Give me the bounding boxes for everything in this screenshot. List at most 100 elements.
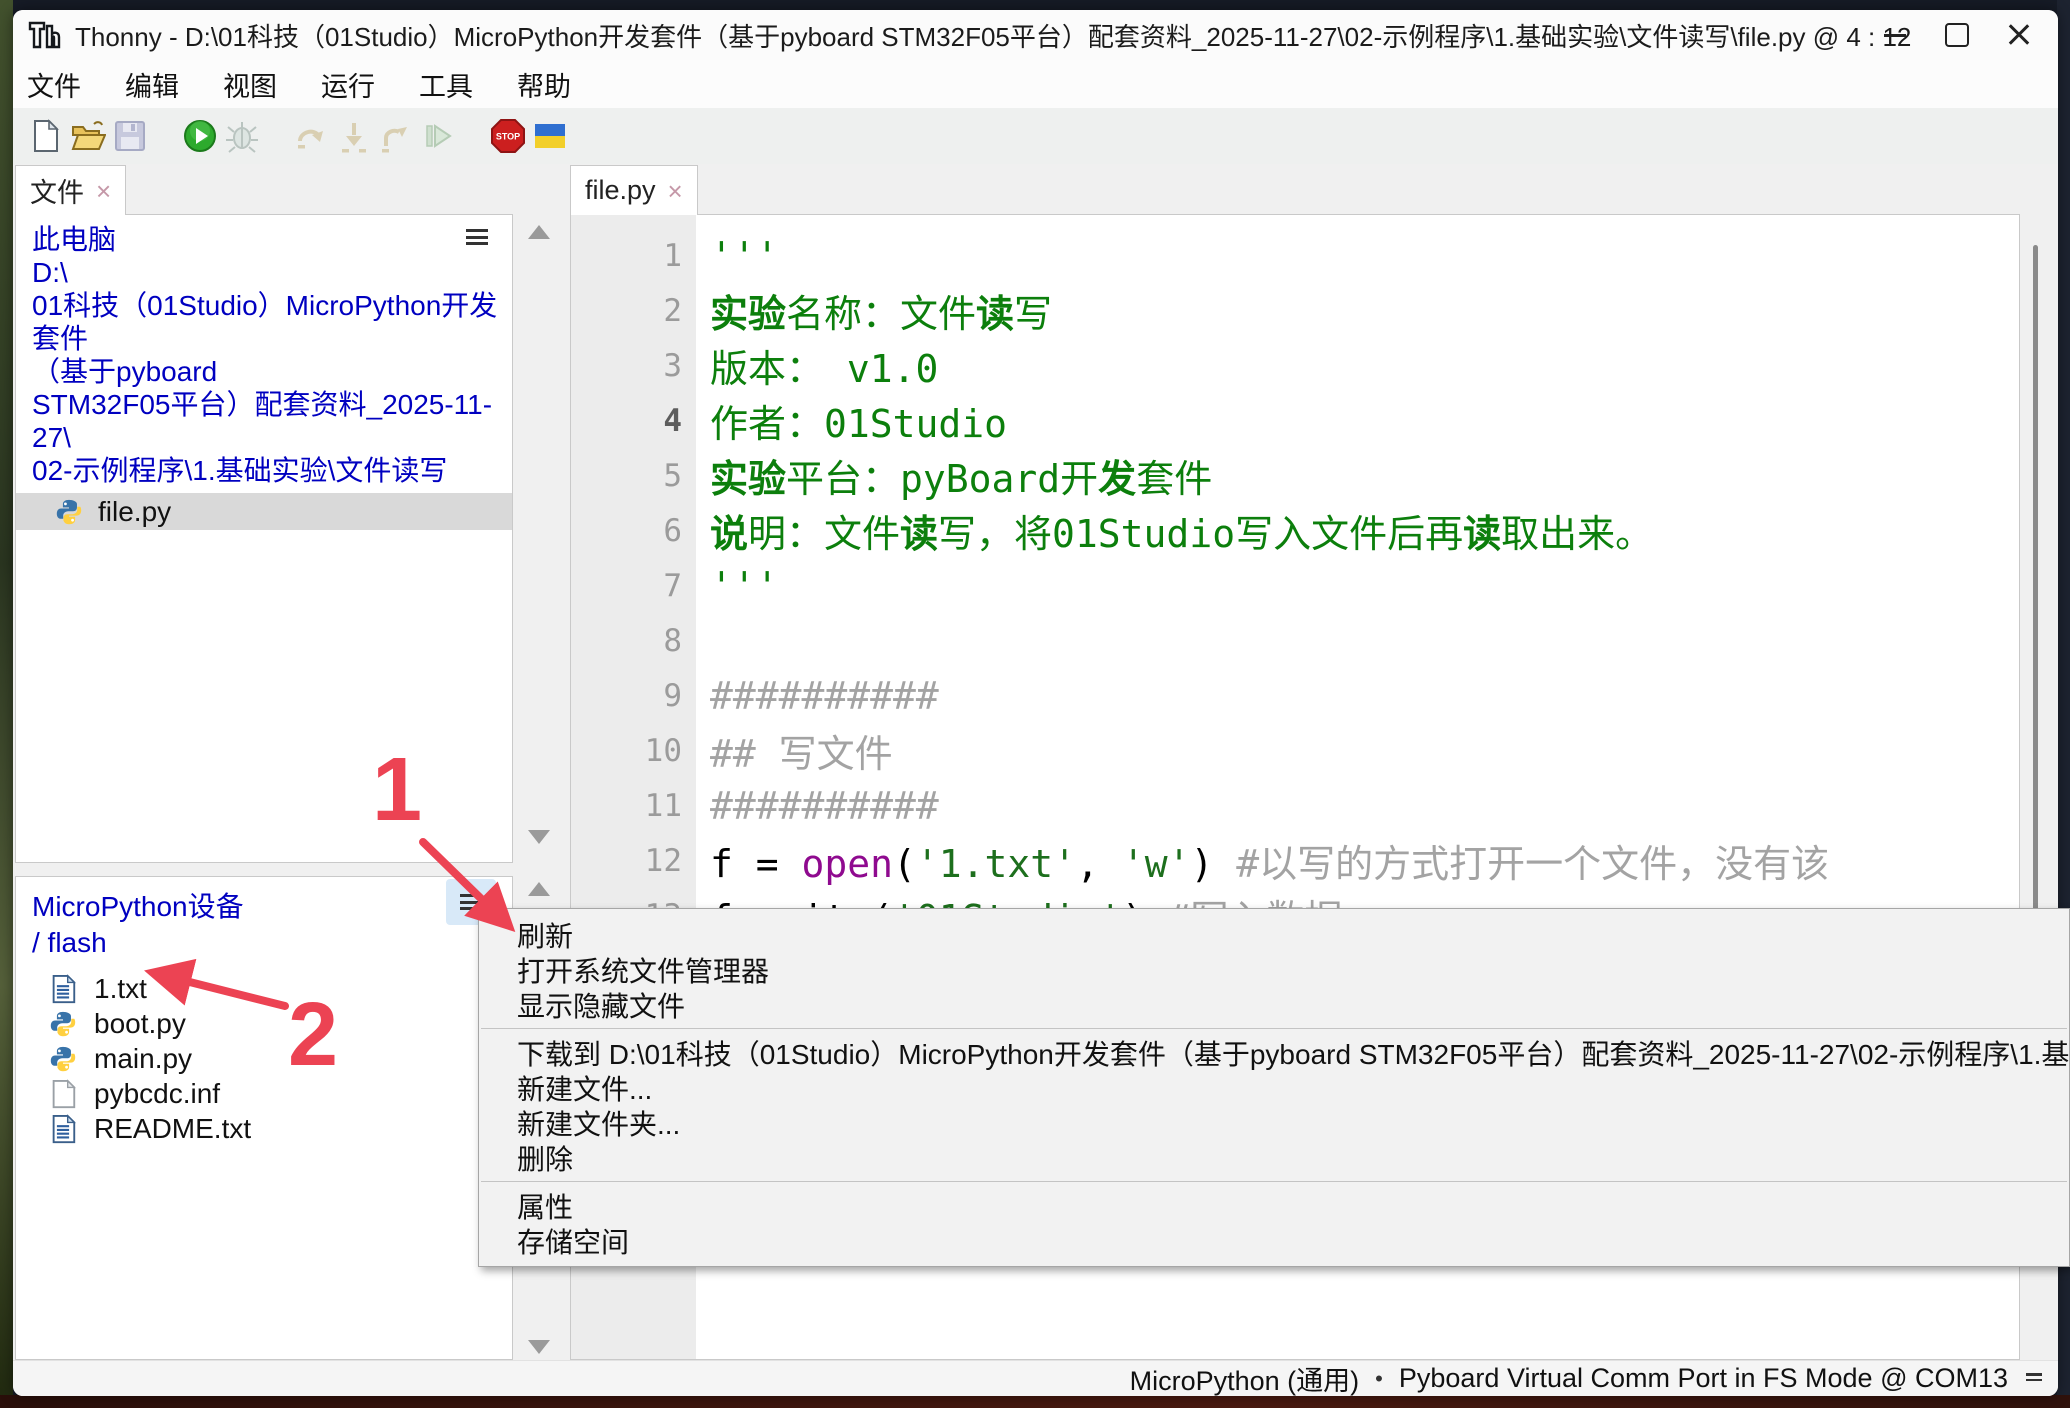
code-text: 说明：文件读写，将01Studio写入文件后再读取出来。 [696,503,1653,558]
new-file-icon[interactable] [25,115,67,157]
tab-close-icon[interactable]: × [96,178,111,204]
title-bar[interactable]: Thonny - D:\01科技（01Studio）MicroPython开发套… [13,10,2058,60]
context-item-show-hidden[interactable]: 显示隐藏文件 [479,987,2069,1022]
code-text: 版本： v1.0 [696,338,938,393]
blank-file-icon [48,1079,78,1109]
code-line-1: 1''' [571,228,2019,283]
device-context-menu: 刷新打开系统文件管理器显示隐藏文件下载到 D:\01科技（01Studio）Mi… [478,908,2070,1267]
close-button[interactable] [1988,10,2050,60]
maximize-button[interactable] [1926,10,1988,60]
code-line-9: 9########## [571,668,2019,723]
code-line-7: 7''' [571,558,2019,613]
interpreter-label: MicroPython (通用) [1130,1359,1360,1396]
files-panel: 此电脑 D:\ 01科技（01Studio）MicroPython开发套件（基于… [15,214,513,863]
code-text: 实验名称：文件读写 [696,283,1052,338]
device-file-label: README.txt [94,1113,251,1145]
device-file-row[interactable]: pybcdc.inf [16,1076,512,1111]
code-line-11: 11########## [571,778,2019,833]
folder-path-line: （基于pyboard [32,355,506,388]
minimize-button[interactable] [1864,10,1926,60]
micropython-device-panel: MicroPython设备 / flash 1.txtboot.pymain.p… [15,876,513,1360]
files-menu-button hamburger-icon[interactable] [466,229,488,245]
menu-item-edit[interactable]: 编辑 [125,65,179,104]
thonny-logo-icon [27,18,61,52]
interpreter-menu-icon hamburger-icon[interactable] [2026,1373,2042,1384]
device-file-row[interactable]: 1.txt [16,971,512,1006]
menu-item-tools[interactable]: 工具 [419,65,473,104]
annotation-step-2: 2 [288,990,338,1080]
context-item-download-to[interactable]: 下载到 D:\01科技（01Studio）MicroPython开发套件（基于p… [479,1035,2069,1070]
ukraine-flag-icon[interactable] [529,115,571,157]
step-into-icon[interactable] [333,115,375,157]
device-file-row[interactable]: README.txt [16,1111,512,1146]
context-item-refresh[interactable]: 刷新 [479,917,2069,952]
device-file-label: boot.py [94,1008,186,1040]
tab-file-py-label: file.py [585,175,656,206]
menu-item-help[interactable]: 帮助 [517,65,571,104]
device-scroll-down-button[interactable] [528,1340,550,1354]
code-area[interactable]: 1'''2实验名称：文件读写3版本： v1.04作者：01Studio5实验平台… [571,228,2019,943]
text-file-icon [48,974,78,1004]
device-file-label: 1.txt [94,973,147,1005]
step-over-icon[interactable] [291,115,333,157]
debug-icon[interactable] [221,115,263,157]
tree-item-folder-path[interactable]: 01科技（01Studio）MicroPython开发套件（基于pyboardS… [32,289,506,487]
tab-close-icon[interactable]: × [668,178,683,204]
code-line-12: 12f = open('1.txt', 'w') #以写的方式打开一个文件，没有… [571,833,2019,888]
menu-item-run[interactable]: 运行 [321,65,375,104]
context-item-delete[interactable]: 删除 [479,1140,2069,1175]
menu-item-file[interactable]: 文件 [27,65,81,104]
tree-item-file-py-label: file.py [98,496,171,528]
tab-files[interactable]: 文件 × [15,165,126,215]
run-script-icon[interactable] [179,115,221,157]
maximize-icon [1945,23,1969,47]
device-panel-title[interactable]: MicroPython设备 [32,889,506,925]
context-item-new-file[interactable]: 新建文件... [479,1070,2069,1105]
save-file-icon[interactable] [109,115,151,157]
svg-text:STOP: STOP [496,132,520,142]
tree-item-this-pc[interactable]: 此电脑 [32,223,506,256]
desktop-edge-left [0,0,13,1408]
line-number: 11 [571,788,696,824]
open-file-icon[interactable] [67,115,109,157]
menu-separator [481,1181,2067,1182]
context-item-properties[interactable]: 属性 [479,1188,2069,1223]
line-number: 9 [571,678,696,714]
code-text: ########## [696,674,939,718]
menu-item-view[interactable]: 视图 [223,65,277,104]
folder-path-line: STM32F05平台）配套资料_2025-11-27\ [32,388,506,454]
context-item-storage[interactable]: 存储空间 [479,1223,2069,1258]
files-scroll-down-button[interactable] [528,830,550,844]
step-out-icon[interactable] [375,115,417,157]
code-line-8: 8 [571,613,2019,668]
window-title: Thonny - D:\01科技（01Studio）MicroPython开发套… [75,17,1911,54]
stop-icon[interactable]: STOP [487,115,529,157]
device-scroll-up-button[interactable] [528,882,550,896]
close-icon [2007,23,2031,47]
device-file-row[interactable]: boot.py [16,1006,512,1041]
code-text: ''' [696,564,779,608]
tab-file-py[interactable]: file.py × [570,165,698,215]
device-file-label: pybcdc.inf [94,1078,220,1110]
code-text: ''' [696,234,779,278]
code-text: f = open('1.txt', 'w') #以写的方式打开一个文件，没有该 [696,833,1829,888]
line-number: 7 [571,568,696,604]
tree-item-file-py[interactable]: file.py [16,493,512,530]
line-number: 2 [571,293,696,329]
device-file-row[interactable]: main.py [16,1041,512,1076]
line-number: 3 [571,348,696,384]
status-bar: MicroPython (通用) • Pyboard Virtual Comm … [13,1360,2058,1396]
toolbar: STOP [13,108,2058,164]
status-separator: • [1375,1366,1383,1392]
python-icon [48,1044,78,1074]
code-line-10: 10## 写文件 [571,723,2019,778]
code-line-4: 4作者：01Studio [571,393,2019,448]
line-number: 1 [571,238,696,274]
device-path-flash[interactable]: / flash [32,925,506,961]
files-scroll-up-button[interactable] [528,225,550,239]
tree-item-drive[interactable]: D:\ [32,256,506,289]
port-label: Pyboard Virtual Comm Port in FS Mode @ C… [1399,1363,2008,1394]
context-item-open-file-manager[interactable]: 打开系统文件管理器 [479,952,2069,987]
context-item-new-dir[interactable]: 新建文件夹... [479,1105,2069,1140]
resume-icon[interactable] [417,115,459,157]
